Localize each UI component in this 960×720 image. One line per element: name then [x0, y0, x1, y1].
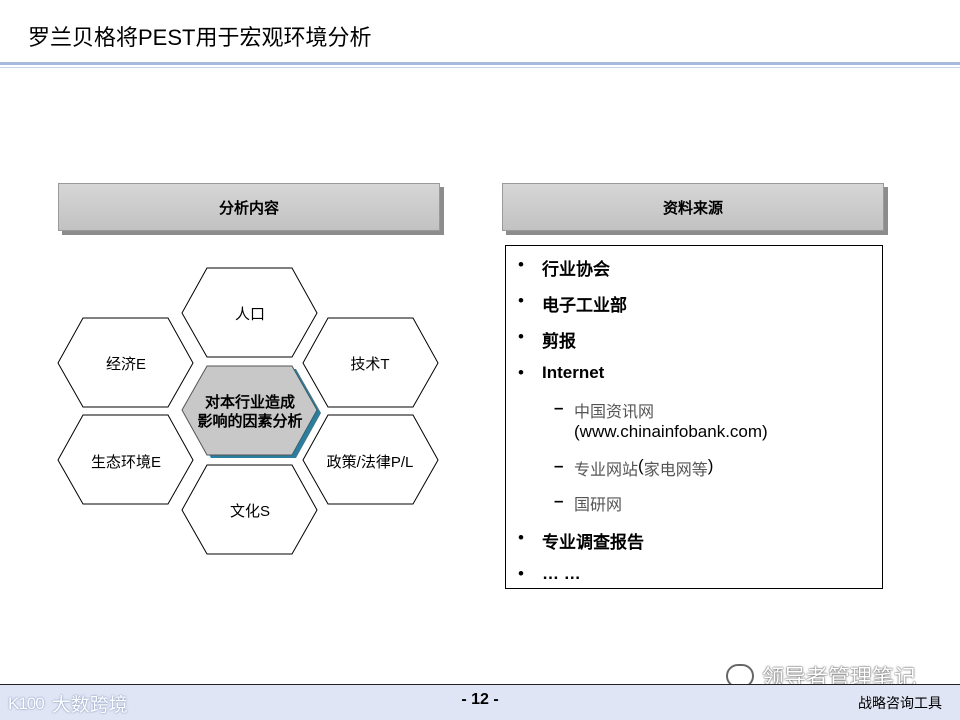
title-rule: [0, 62, 960, 65]
source-item: • … …: [518, 564, 581, 584]
sources-header: 资料来源: [502, 183, 884, 231]
source-item: • 剪报: [518, 327, 576, 352]
center-label: 对本行业造成 影响的因素分析: [185, 393, 315, 431]
factor-upper-left: 经济E: [105, 356, 146, 373]
sources-header-label: 资料来源: [662, 199, 723, 217]
source-text: 电子工业部: [542, 296, 627, 315]
source-text: 剪报: [542, 332, 576, 351]
subitem-paren-close: ): [707, 456, 714, 475]
source-item: • Internet: [518, 363, 604, 383]
dash: –: [554, 491, 564, 510]
source-item: • 电子工业部: [518, 291, 627, 316]
hex-center: [181, 365, 318, 456]
bullet: •: [518, 327, 524, 346]
factor-upper-right: 技术T: [350, 356, 390, 373]
source-text: … …: [542, 564, 581, 583]
subitem-cn: 中国资讯网: [574, 402, 655, 421]
analysis-header-label: 分析内容: [218, 199, 279, 217]
source-subitem: – 专业网站 ( 家电网等 ): [554, 456, 713, 480]
hex-center-shadow: [186, 369, 321, 458]
sources-box: • 行业协会 • 电子工业部 • 剪报 • Internet – 中国资讯网 (…: [505, 245, 883, 589]
footer-caption: 战略咨询工具: [858, 695, 942, 711]
slide-title: 罗兰贝格将PEST用于宏观环境分析: [28, 25, 372, 50]
dash: –: [554, 398, 564, 417]
page-number: - 12 -: [461, 691, 499, 708]
source-subitem: – 国研网: [554, 491, 622, 515]
center-label-line2: 影响的因素分析: [197, 413, 303, 430]
factor-lower-right: 政策/法律P/L: [326, 454, 414, 471]
subitem-cn: 专业网站: [574, 460, 639, 479]
factor-top: 人口: [234, 306, 265, 323]
center-label-line1: 对本行业造成: [204, 394, 295, 411]
analysis-header: 分析内容: [58, 183, 440, 231]
bullet: •: [518, 255, 524, 274]
bullet: •: [518, 564, 524, 583]
source-subitem: – 中国资讯网 (www.chinainfobank.com): [554, 398, 768, 442]
source-item: • 行业协会: [518, 255, 610, 280]
subitem-url: (www.chinainfobank.com): [574, 422, 768, 441]
title-rule-thin: [0, 67, 960, 68]
dash: –: [554, 456, 564, 475]
factor-bottom: 文化S: [229, 503, 270, 520]
source-item: • 专业调查报告: [518, 528, 644, 553]
bullet: •: [518, 291, 524, 310]
factor-lower-left: 生态环境E: [90, 454, 161, 471]
source-text: 专业调查报告: [542, 533, 644, 552]
bullet: •: [518, 363, 524, 382]
source-text: Internet: [542, 363, 605, 382]
source-text: 行业协会: [542, 260, 610, 279]
subitem-cn-inner: 家电网等: [643, 460, 708, 479]
bullet: •: [518, 528, 524, 547]
subitem-cn: 国研网: [574, 495, 623, 514]
